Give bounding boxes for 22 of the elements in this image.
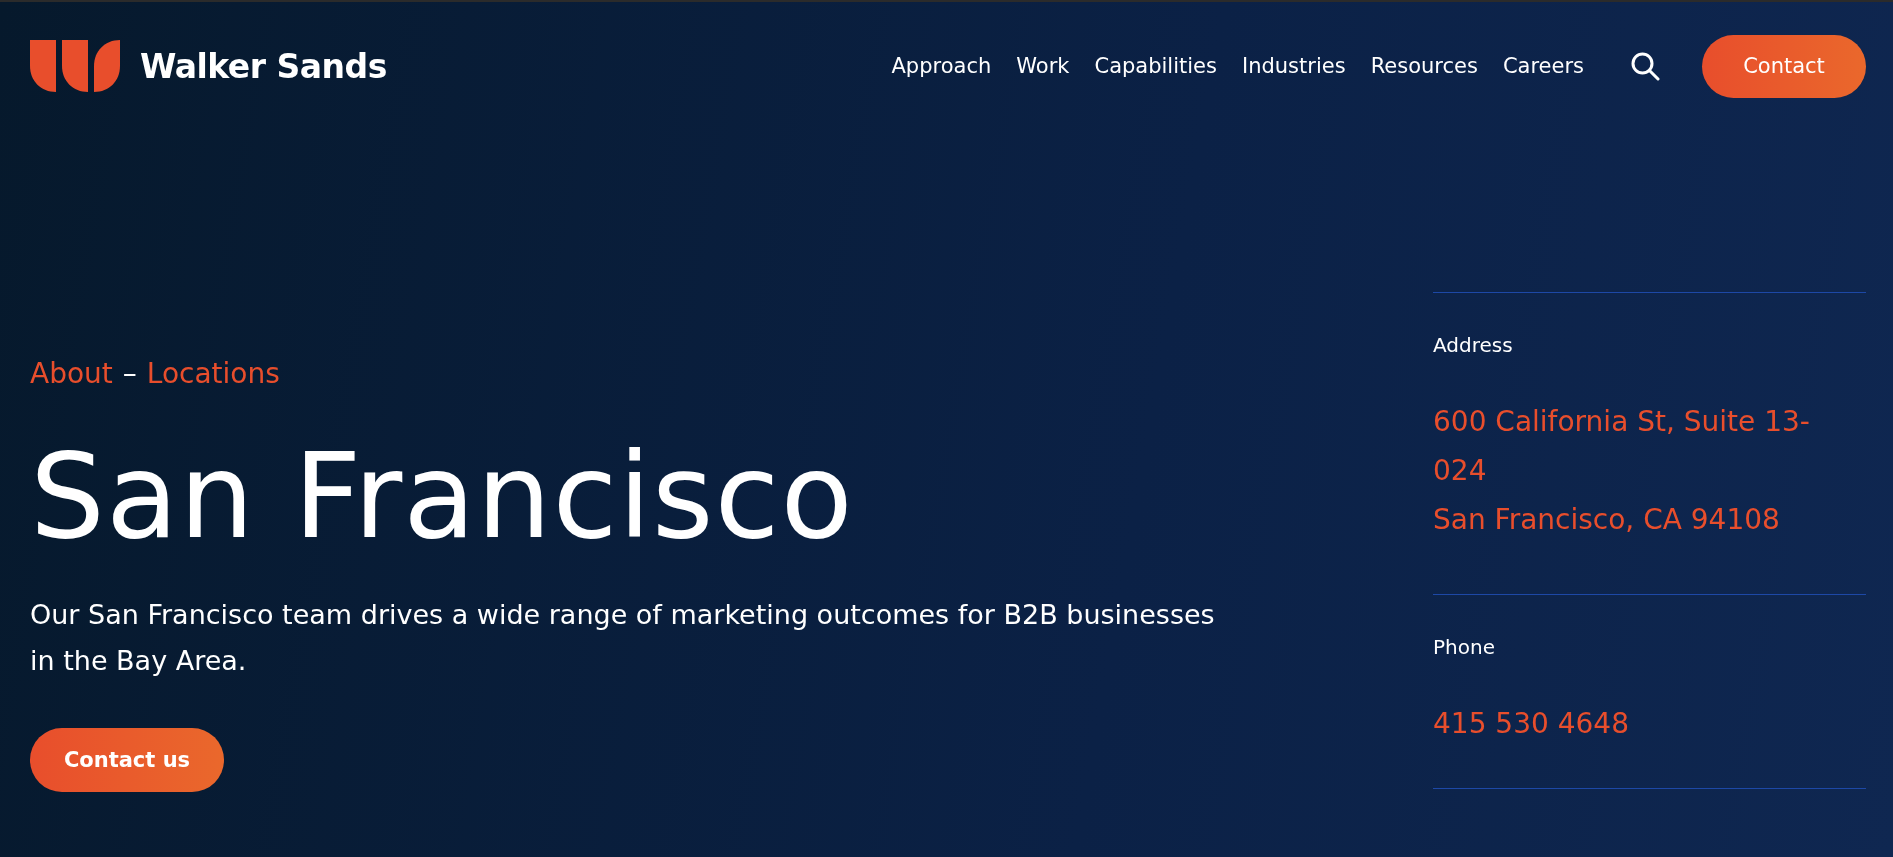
breadcrumb-link[interactable]: Locations (146, 357, 280, 390)
detail-value[interactable]: 600 California St, Suite 13- (1433, 397, 1866, 446)
detail-value[interactable]: San Francisco, CA 94108 (1433, 495, 1866, 544)
page-title: San Francisco (30, 432, 854, 562)
contact-us-button[interactable]: Contact us (30, 727, 224, 792)
detail-label: Phone (1433, 635, 1496, 659)
detail-label: Address (1433, 333, 1514, 357)
breadcrumb-link[interactable]: About (30, 357, 113, 390)
search-icon[interactable] (1630, 51, 1660, 81)
nav-link[interactable]: Industries (1241, 54, 1346, 78)
nav-link[interactable]: Resources (1370, 54, 1478, 78)
contact-button[interactable]: Contact (1702, 34, 1866, 98)
logo-icon[interactable] (30, 40, 120, 92)
nav-link[interactable]: Careers (1502, 54, 1584, 78)
description: Our San Francisco team drives a wide range of marketing outcomes for B2B businesses in the Bay Area. (30, 597, 1216, 678)
nav-link[interactable]: Work (1016, 54, 1070, 78)
nav-link[interactable]: Capabilities (1094, 54, 1217, 78)
nav-link[interactable]: Approach (891, 54, 992, 78)
brand-name[interactable]: Walker Sands (140, 46, 387, 86)
detail-value[interactable]: 024 (1433, 446, 1866, 495)
detail-value[interactable]: 415 530 4648 (1433, 699, 1866, 748)
breadcrumb-separator: – (122, 357, 137, 390)
